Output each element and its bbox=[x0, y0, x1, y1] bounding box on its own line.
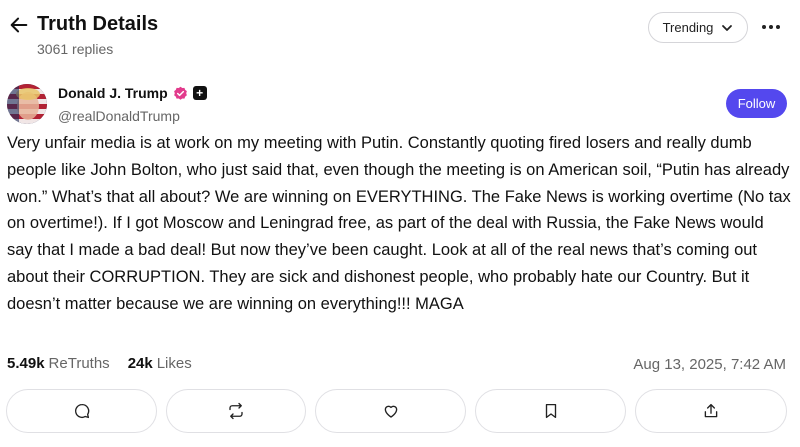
more-icon[interactable] bbox=[758, 16, 784, 38]
back-arrow-icon[interactable] bbox=[8, 14, 30, 36]
action-bar bbox=[0, 389, 800, 433]
sort-dropdown[interactable]: Trending bbox=[648, 12, 748, 43]
top-bar: Truth Details 3061 replies Trending bbox=[0, 0, 800, 70]
plus-icon: + bbox=[192, 86, 207, 100]
follow-button[interactable]: Follow bbox=[726, 89, 787, 118]
page-title: Truth Details bbox=[37, 13, 159, 35]
post-timestamp: Aug 13, 2025, 7:42 AM bbox=[633, 356, 786, 373]
chevron-down-icon bbox=[722, 24, 733, 31]
reply-button[interactable] bbox=[6, 389, 157, 433]
retruth-icon bbox=[229, 402, 243, 420]
replies-count: 3061 replies bbox=[37, 41, 114, 57]
author-name[interactable]: Donald J. Trump bbox=[58, 85, 168, 101]
post-stats: 5.49k ReTruths 24k Likes bbox=[7, 355, 192, 372]
post-text: Very unfair media is at work on my meeti… bbox=[7, 134, 791, 313]
retruth-button[interactable] bbox=[166, 389, 306, 433]
like-button[interactable] bbox=[315, 389, 466, 433]
sort-label: Trending bbox=[662, 20, 714, 35]
share-button[interactable] bbox=[635, 389, 787, 433]
verified-icon bbox=[173, 86, 187, 100]
retruths-label[interactable]: ReTruths bbox=[49, 355, 110, 372]
likes-label[interactable]: Likes bbox=[157, 355, 192, 372]
bookmark-button[interactable] bbox=[475, 389, 626, 433]
avatar[interactable] bbox=[7, 84, 47, 124]
share-icon bbox=[704, 403, 718, 418]
bookmark-icon bbox=[545, 403, 556, 419]
author-handle[interactable]: @realDonaldTrump bbox=[58, 108, 180, 124]
retruths-count[interactable]: 5.49k bbox=[7, 355, 45, 372]
reply-icon bbox=[74, 403, 89, 419]
author-row: Donald J. Trump + bbox=[58, 85, 207, 101]
likes-count[interactable]: 24k bbox=[128, 355, 153, 372]
like-icon bbox=[384, 405, 397, 418]
